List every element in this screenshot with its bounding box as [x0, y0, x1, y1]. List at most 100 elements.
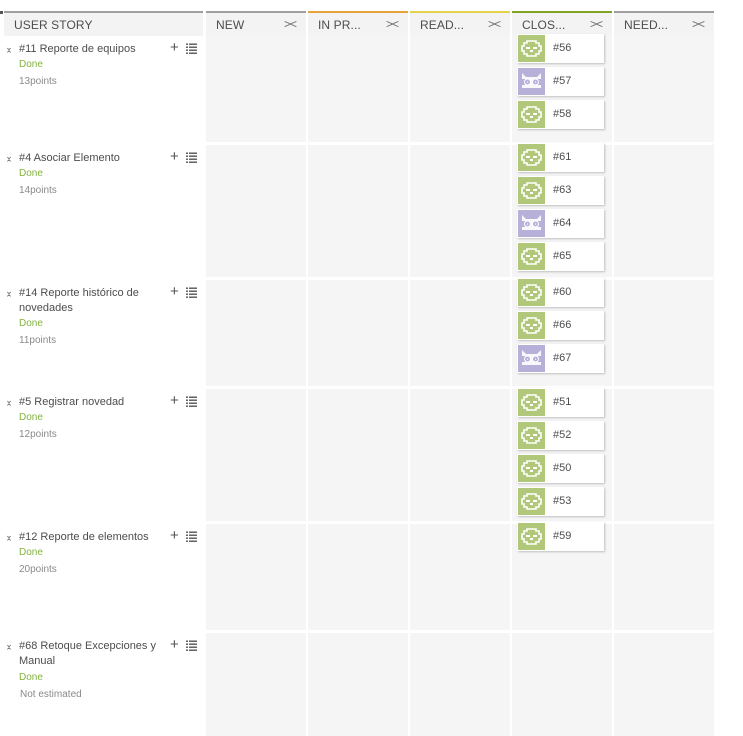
user-story-title[interactable]: #11 Reporte de equipos [19, 42, 161, 57]
user-story-title[interactable]: #4 Asociar Elemento [19, 151, 161, 166]
green-owl-avatar-icon [518, 455, 545, 482]
task-ref: #64 [553, 217, 572, 229]
bulk-add-list-icon[interactable] [186, 531, 197, 542]
task-ref: #52 [553, 429, 572, 441]
task-card[interactable]: #59 [517, 522, 604, 551]
collapse-icon[interactable]: ⌄ ⌃ [4, 152, 14, 168]
purple-owl-avatar-icon [518, 345, 545, 372]
task-ref: #66 [553, 319, 572, 331]
bulk-add-list-icon[interactable] [186, 287, 197, 298]
fold-column-icon[interactable]: >< [488, 17, 501, 31]
task-card[interactable]: #60 [517, 278, 604, 307]
green-owl-avatar-icon [518, 35, 545, 62]
collapse-icon[interactable]: ⌄ ⌃ [4, 43, 14, 59]
task-ref: #59 [553, 530, 572, 542]
task-ref: #58 [553, 108, 572, 120]
task-card[interactable]: #50 [517, 454, 604, 483]
task-ref: #50 [553, 462, 572, 474]
add-task-icon[interactable]: + [170, 527, 179, 544]
green-owl-avatar-icon [518, 488, 545, 515]
column-header-label: NEW [216, 18, 245, 32]
column-header-needs-info: NEED... >< [614, 11, 714, 36]
collapse-icon[interactable]: ⌄ ⌃ [4, 396, 14, 412]
column-header-ready: READ... >< [410, 11, 510, 36]
add-task-icon[interactable]: + [170, 636, 179, 653]
bulk-add-list-icon[interactable] [186, 152, 197, 163]
purple-owl-avatar-icon [518, 68, 545, 95]
task-ref: #61 [553, 151, 572, 163]
user-story-title[interactable]: #5 Registrar novedad [19, 395, 161, 410]
task-ref: #56 [553, 42, 572, 54]
green-owl-avatar-icon [518, 144, 545, 171]
bulk-add-list-icon[interactable] [186, 43, 197, 54]
column-header-label: READ... [420, 18, 465, 32]
user-story-status: Done [19, 318, 43, 329]
column-header-in-progress: IN PR... >< [308, 11, 408, 36]
task-card[interactable]: #65 [517, 242, 604, 271]
column-header-label: USER STORY [14, 18, 93, 32]
add-task-icon[interactable]: + [170, 283, 179, 300]
add-task-icon[interactable]: + [170, 39, 179, 56]
user-story-points: 20points [19, 564, 57, 575]
task-card[interactable]: #64 [517, 209, 604, 238]
green-owl-avatar-icon [518, 312, 545, 339]
collapse-icon[interactable]: ⌄ ⌃ [4, 531, 14, 547]
green-owl-avatar-icon [518, 243, 545, 270]
header-marker [0, 11, 3, 14]
collapse-icon[interactable]: ⌄ ⌃ [4, 640, 14, 656]
column-header-closed: CLOS... >< [512, 11, 612, 36]
green-owl-avatar-icon [518, 389, 545, 416]
user-story-points: 14points [19, 185, 57, 196]
task-card[interactable]: #67 [517, 344, 604, 373]
green-owl-avatar-icon [518, 523, 545, 550]
task-card[interactable]: #66 [517, 311, 604, 340]
task-card[interactable]: #57 [517, 67, 604, 96]
board-header: USER STORY NEW >< IN PR... >< READ... ><… [0, 0, 743, 36]
column-header-label: NEED... [624, 18, 669, 32]
user-story-points: Not estimated [20, 689, 82, 700]
task-card[interactable]: #63 [517, 176, 604, 205]
task-ref: #57 [553, 75, 572, 87]
user-story-points: 11points [19, 335, 57, 346]
user-story-status: Done [19, 168, 43, 179]
user-story-points: 13points [19, 76, 57, 87]
user-story-title[interactable]: #68 Retoque Excepciones y Manual [19, 639, 161, 669]
green-owl-avatar-icon [518, 279, 545, 306]
purple-owl-avatar-icon [518, 210, 545, 237]
task-ref: #67 [553, 352, 572, 364]
task-card[interactable]: #53 [517, 487, 604, 516]
bulk-add-list-icon[interactable] [186, 640, 197, 651]
fold-column-icon[interactable]: >< [386, 17, 399, 31]
column-header-user-story: USER STORY [4, 11, 203, 36]
task-card[interactable]: #51 [517, 388, 604, 417]
user-story-points: 12points [19, 429, 57, 440]
fold-column-icon[interactable]: >< [284, 17, 297, 31]
task-ref: #65 [553, 250, 572, 262]
green-owl-avatar-icon [518, 101, 545, 128]
add-task-icon[interactable]: + [170, 392, 179, 409]
task-card[interactable]: #58 [517, 100, 604, 129]
fold-column-icon[interactable]: >< [692, 17, 705, 31]
task-card[interactable]: #61 [517, 143, 604, 172]
bulk-add-list-icon[interactable] [186, 396, 197, 407]
add-task-icon[interactable]: + [170, 148, 179, 165]
user-story-title[interactable]: #12 Reporte de elementos [19, 530, 161, 545]
collapse-icon[interactable]: ⌄ ⌃ [4, 287, 14, 303]
task-ref: #63 [553, 184, 572, 196]
user-story-status: Done [19, 672, 43, 683]
column-header-label: IN PR... [318, 18, 361, 32]
task-ref: #51 [553, 396, 572, 408]
green-owl-avatar-icon [518, 177, 545, 204]
task-card[interactable]: #56 [517, 34, 604, 63]
task-ref: #60 [553, 286, 572, 298]
task-ref: #53 [553, 495, 572, 507]
column-header-label: CLOS... [522, 18, 566, 32]
user-story-column [0, 36, 205, 736]
user-story-status: Done [19, 547, 43, 558]
fold-column-icon[interactable]: >< [590, 17, 603, 31]
user-story-status: Done [19, 412, 43, 423]
user-story-title[interactable]: #14 Reporte histórico de novedades [19, 286, 161, 316]
column-header-new: NEW >< [206, 11, 306, 36]
green-owl-avatar-icon [518, 422, 545, 449]
task-card[interactable]: #52 [517, 421, 604, 450]
